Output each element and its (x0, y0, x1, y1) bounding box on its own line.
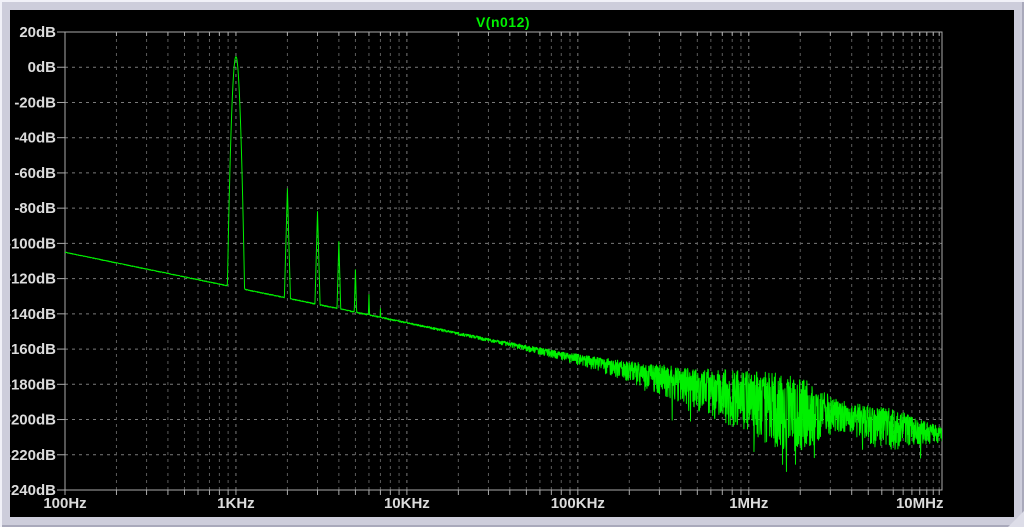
y-tick-label: 0dB (28, 59, 57, 76)
y-tick-label: -120dB (10, 271, 56, 288)
y-tick-label: -200dB (10, 412, 56, 429)
axis-labels: 20dB 0dB -20dB -40dB -60dB -80dB -100dB -120dB -… (10, 24, 943, 512)
y-tick-label: -40dB (14, 130, 56, 147)
x-tick-label: 10KHz (384, 495, 430, 512)
y-tick-label: -180dB (10, 376, 56, 393)
x-tick-label: 10MHz (896, 495, 944, 512)
x-tick-label: 1MHz (729, 495, 768, 512)
x-tick-label: 100KHz (551, 495, 605, 512)
y-tick-label: -20dB (14, 94, 56, 111)
y-tick-label: -80dB (14, 200, 56, 217)
x-tick-label: 1KHz (217, 495, 255, 512)
fft-trace[interactable] (65, 57, 942, 472)
resize-grip-icon (1008, 511, 1024, 527)
y-tick-label: -160dB (10, 341, 56, 358)
fft-plot[interactable]: 20dB 0dB -20dB -40dB -60dB -80dB -100dB -120dB -… (10, 10, 1014, 517)
y-tick-label: 20dB (19, 24, 56, 41)
plot-pane[interactable]: 20dB 0dB -20dB -40dB -60dB -80dB -100dB -120dB -… (10, 10, 1014, 517)
y-tick-label: -100dB (10, 235, 56, 252)
y-tick-label: -220dB (10, 447, 56, 464)
x-tick-label: 100Hz (43, 495, 86, 512)
y-tick-label: -60dB (14, 165, 56, 182)
trace-label[interactable]: V(n012) (476, 14, 530, 30)
y-tick-label: -140dB (10, 306, 56, 323)
waveform-viewer-window: 20dB 0dB -20dB -40dB -60dB -80dB -100dB -120dB -… (0, 0, 1024, 527)
